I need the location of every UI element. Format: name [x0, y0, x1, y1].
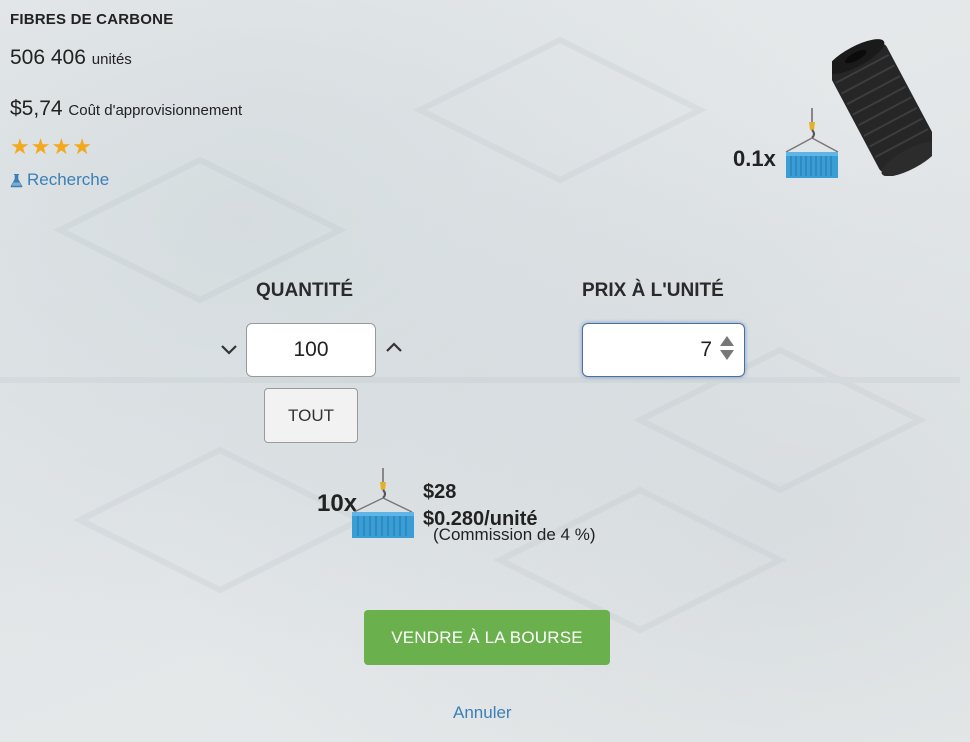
spinner-up-icon[interactable]: [720, 336, 734, 346]
all-button[interactable]: TOUT: [264, 388, 358, 443]
commission-note: (Commission de 4 %): [433, 525, 596, 544]
star-icon: ★: [30, 134, 51, 159]
increase-quantity-button[interactable]: [383, 336, 405, 358]
spinner-down-icon[interactable]: [720, 350, 734, 360]
price-spinner[interactable]: [720, 334, 734, 368]
unit-price-value: 7: [700, 338, 712, 361]
supply-cost-value: $5,74: [10, 97, 63, 120]
price-label: PRIX À L'UNITÉ: [582, 280, 724, 301]
carbon-fiber-spool-icon: [832, 39, 932, 176]
quantity-label: QUANTITÉ: [256, 280, 354, 301]
chevron-up-icon: [386, 342, 402, 352]
research-label: Recherche: [27, 170, 110, 189]
product-title: FIBRES DE CARBONE: [10, 11, 174, 28]
unit-price-input[interactable]: 7: [582, 323, 745, 377]
total-price: $28: [423, 481, 457, 503]
research-link[interactable]: Recherche: [10, 170, 109, 190]
quality-rating: ★ ★ ★ ★: [10, 136, 92, 158]
sell-on-exchange-button[interactable]: VENDRE À LA BOURSE: [364, 610, 610, 665]
stock-quantity: 506 406 unités: [10, 46, 132, 70]
chevron-down-icon: [221, 345, 237, 355]
stock-quantity-value: 506 406: [10, 46, 86, 69]
container-icon: [352, 468, 414, 538]
cancel-link[interactable]: Annuler: [453, 703, 512, 723]
container-multiplier: 0.1x: [733, 146, 776, 171]
star-icon: ★: [10, 134, 30, 159]
stock-quantity-unit: unités: [91, 51, 132, 68]
flask-icon: [10, 173, 23, 187]
star-icon: ★: [72, 134, 92, 159]
quantity-input[interactable]: [246, 323, 376, 377]
decrease-quantity-button[interactable]: [218, 339, 240, 361]
star-icon: ★: [51, 134, 72, 159]
supply-cost: $5,74 Coût d'approvisionnement: [10, 97, 242, 121]
supply-cost-label: Coût d'approvisionnement: [68, 102, 243, 119]
